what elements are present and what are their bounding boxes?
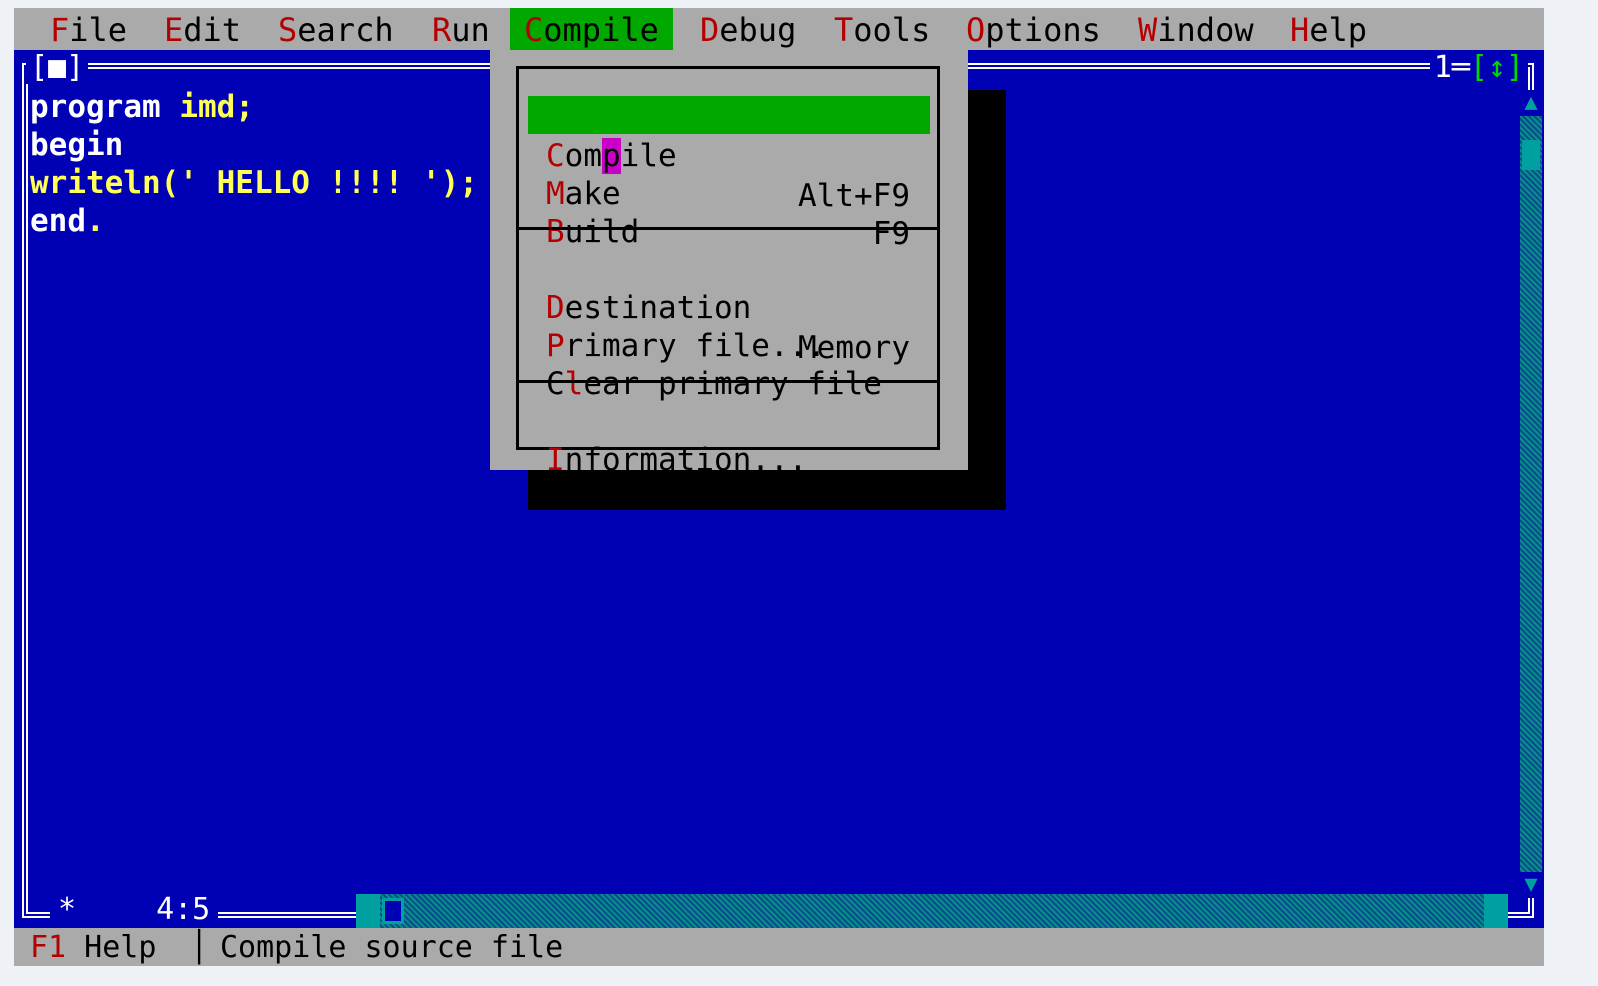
code-line: writeln(' HELLO !!!! '); bbox=[30, 165, 478, 201]
window-close-box[interactable]: [■] bbox=[30, 50, 84, 85]
menu-item-primary-file[interactable]: Primary file... bbox=[528, 286, 930, 364]
turbo-pascal-ide: File Edit Search Run Compile Debug Tools… bbox=[14, 8, 1544, 966]
menu-run[interactable]: Run bbox=[418, 8, 504, 50]
horizontal-scroll-thumb[interactable] bbox=[382, 898, 404, 924]
menu-edit[interactable]: Edit bbox=[150, 8, 255, 50]
status-bar: F1 Help │ Compile source file bbox=[14, 928, 1544, 966]
vertical-scrollbar[interactable]: ▲ ▼ bbox=[1520, 90, 1542, 898]
code-line: begin bbox=[30, 127, 124, 163]
menu-divider bbox=[516, 380, 940, 383]
menu-tools[interactable]: Tools bbox=[820, 8, 944, 50]
menu-file[interactable]: File bbox=[36, 8, 141, 50]
modified-star-icon: * bbox=[58, 892, 77, 927]
menu-item-compile[interactable]: Compile Alt+F9 bbox=[528, 96, 930, 214]
code-editor[interactable]: program imd; begin writeln(' HELLO !!!! … bbox=[30, 88, 478, 240]
menu-item-build[interactable]: Build bbox=[528, 172, 930, 250]
cursor-position: * 4:5 bbox=[50, 892, 219, 928]
status-separator: │ bbox=[190, 930, 209, 965]
menu-item-information[interactable]: Information... bbox=[528, 400, 930, 478]
code-line: end. bbox=[30, 203, 105, 239]
menu-window[interactable]: Window bbox=[1124, 8, 1268, 50]
menu-item-make[interactable]: Make F9 bbox=[528, 134, 930, 252]
compile-dropdown-menu: Compile Alt+F9 Make F9 Build Destination… bbox=[490, 50, 968, 478]
code-line: program imd; bbox=[30, 89, 254, 125]
window-close-button[interactable]: [■] bbox=[26, 50, 89, 85]
scroll-up-icon[interactable]: ▲ bbox=[1520, 90, 1542, 116]
scroll-right-icon[interactable] bbox=[1484, 894, 1508, 928]
window-number: 1 bbox=[1433, 50, 1452, 85]
menu-bar: File Edit Search Run Compile Debug Tools… bbox=[14, 8, 1544, 50]
menu-debug[interactable]: Debug bbox=[686, 8, 810, 50]
menu-divider bbox=[516, 227, 940, 230]
scroll-left-icon[interactable] bbox=[356, 894, 380, 928]
scroll-down-icon[interactable]: ▼ bbox=[1520, 872, 1542, 898]
menu-compile[interactable]: Compile bbox=[510, 8, 673, 50]
window-number-zoom: 1═[↕] bbox=[1429, 50, 1528, 85]
menu-help[interactable]: Help bbox=[1276, 8, 1381, 50]
menu-search[interactable]: Search bbox=[264, 8, 408, 50]
menu-options[interactable]: Options bbox=[952, 8, 1115, 50]
menu-item-destination[interactable]: Destination Memory bbox=[528, 248, 930, 366]
menu-item-clear-primary-file[interactable]: Clear primary file bbox=[528, 324, 930, 402]
status-help-key[interactable]: F1 Help bbox=[30, 928, 156, 966]
vertical-scroll-thumb[interactable] bbox=[1522, 140, 1540, 170]
status-hint-text: Compile source file bbox=[220, 930, 564, 965]
horizontal-scrollbar[interactable] bbox=[356, 894, 1508, 928]
zoom-icon[interactable]: [↕] bbox=[1470, 50, 1524, 85]
